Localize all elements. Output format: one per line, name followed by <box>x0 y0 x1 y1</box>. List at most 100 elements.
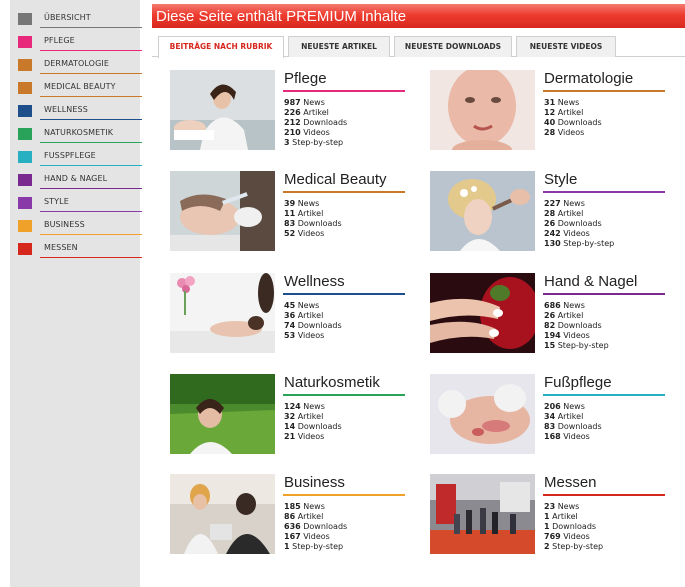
category-swatch <box>18 243 32 255</box>
stat-videos: 242 Videos <box>544 229 590 238</box>
category-swatch <box>18 151 32 163</box>
stat-downloads: 1 Downloads <box>544 522 597 531</box>
category-underline <box>543 494 665 496</box>
category-swatch <box>18 59 32 71</box>
category-stats: 124 News 32 Artikel 14 Downloads 21 Vide… <box>284 402 342 442</box>
category-swatch <box>18 197 32 209</box>
stat-step-by-step: 1 Step-by-step <box>284 542 344 551</box>
category-card-hand-nagel[interactable]: Hand & Nagel 686 News 26 Artikel 82 Down… <box>430 273 670 363</box>
sidebar-item-label: DERMATOLOGIE <box>44 59 109 68</box>
category-card-dermatologie[interactable]: Dermatologie 31 News 12 Artikel 40 Downl… <box>430 70 670 160</box>
sidebar-item-hand-nagel[interactable]: HAND & NAGEL <box>18 171 142 189</box>
stat-videos: 52 Videos <box>284 229 325 238</box>
stat-news: 227 News <box>544 199 585 208</box>
tab-neueste-downloads[interactable]: NEUESTE DOWNLOADS <box>394 36 512 57</box>
category-card-wellness[interactable]: Wellness 45 News 36 Artikel 74 Downloads… <box>170 273 410 363</box>
tab-bar: BEITRÄGE NACH RUBRIK NEUESTE ARTIKEL NEU… <box>152 36 685 58</box>
category-card-medical-beauty[interactable]: Medical Beauty 39 News 11 Artikel 83 Dow… <box>170 171 410 261</box>
stat-downloads: 82 Downloads <box>544 321 602 330</box>
category-stats: 31 News 12 Artikel 40 Downloads 28 Video… <box>544 98 602 138</box>
category-card-pflege[interactable]: Pflege 987 News 226 Artikel 212 Download… <box>170 70 410 160</box>
category-stats: 227 News 28 Artikel 26 Downloads 242 Vid… <box>544 199 614 249</box>
stat-videos: 53 Videos <box>284 331 325 340</box>
stat-artikel: 36 Artikel <box>284 311 324 320</box>
stat-videos: 194 Videos <box>544 331 590 340</box>
sidebar-item-pflege[interactable]: PFLEGE <box>18 33 142 51</box>
sidebar-underline <box>40 142 142 143</box>
sidebar-item-label: PFLEGE <box>44 36 75 45</box>
stat-downloads: 83 Downloads <box>544 422 602 431</box>
tab-neueste-videos[interactable]: NEUESTE VIDEOS <box>516 36 616 57</box>
category-title: Wellness <box>284 273 345 290</box>
sidebar-item-wellness[interactable]: WELLNESS <box>18 102 142 120</box>
category-swatch <box>18 82 32 94</box>
stat-downloads: 40 Downloads <box>544 118 602 127</box>
stat-step-by-step: 2 Step-by-step <box>544 542 604 551</box>
category-image <box>430 171 535 251</box>
category-stats: 23 News 1 Artikel 1 Downloads 769 Videos… <box>544 502 603 552</box>
premium-banner: Diese Seite enthält PREMIUM Inhalte <box>152 4 685 28</box>
stat-downloads: 26 Downloads <box>544 219 602 228</box>
category-card-business[interactable]: Business 185 News 86 Artikel 636 Downloa… <box>170 474 410 564</box>
category-image <box>170 171 275 251</box>
sidebar-item-style[interactable]: STYLE <box>18 194 142 212</box>
sidebar-item-messen[interactable]: MESSEN <box>18 240 142 258</box>
stat-step-by-step: 15 Step-by-step <box>544 341 609 350</box>
category-underline <box>543 293 665 295</box>
stat-news: 23 News <box>544 502 580 511</box>
sidebar-underline <box>40 119 142 120</box>
category-title: Hand & Nagel <box>544 273 638 290</box>
category-title: Dermatologie <box>544 70 634 87</box>
sidebar-item-label: MEDICAL BEAUTY <box>44 82 116 91</box>
category-image <box>170 273 275 353</box>
sidebar-item-label: WELLNESS <box>44 105 88 114</box>
sidebar-underline <box>40 96 142 97</box>
sidebar-underline <box>40 73 142 74</box>
sidebar-item-business[interactable]: BUSINESS <box>18 217 142 235</box>
category-image <box>170 70 275 150</box>
stat-artikel: 34 Artikel <box>544 412 584 421</box>
category-swatch <box>18 174 32 186</box>
stat-videos: 21 Videos <box>284 432 325 441</box>
category-underline <box>283 293 405 295</box>
stat-downloads: 83 Downloads <box>284 219 342 228</box>
category-card-messen[interactable]: Messen 23 News 1 Artikel 1 Downloads 769… <box>430 474 670 564</box>
category-title: Medical Beauty <box>284 171 387 188</box>
category-title: Business <box>284 474 345 491</box>
category-underline <box>283 394 405 396</box>
stat-artikel: 26 Artikel <box>544 311 584 320</box>
category-swatch <box>18 128 32 140</box>
category-swatch <box>18 220 32 232</box>
sidebar-item-naturkosmetik[interactable]: NATURKOSMETIK <box>18 125 142 143</box>
sidebar-item-medical-beauty[interactable]: MEDICAL BEAUTY <box>18 79 142 97</box>
sidebar-item-label: HAND & NAGEL <box>44 174 108 183</box>
stat-artikel: 86 Artikel <box>284 512 324 521</box>
category-card-naturkosmetik[interactable]: Naturkosmetik 124 News 32 Artikel 14 Dow… <box>170 374 410 464</box>
premium-banner-text: Diese Seite enthält PREMIUM Inhalte <box>156 8 407 25</box>
category-stats: 206 News 34 Artikel 83 Downloads 168 Vid… <box>544 402 602 442</box>
sidebar-item-label: MESSEN <box>44 243 78 252</box>
stat-videos: 168 Videos <box>544 432 590 441</box>
stat-downloads: 636 Downloads <box>284 522 348 531</box>
stat-videos: 769 Videos <box>544 532 590 541</box>
category-card-style[interactable]: Style 227 News 28 Artikel 26 Downloads 2… <box>430 171 670 261</box>
category-card-fusspflege[interactable]: Fußpflege 206 News 34 Artikel 83 Downloa… <box>430 374 670 464</box>
tab-beitraege-nach-rubrik[interactable]: BEITRÄGE NACH RUBRIK <box>158 36 284 58</box>
sidebar-item-dermatologie[interactable]: DERMATOLOGIE <box>18 56 142 74</box>
stat-downloads: 74 Downloads <box>284 321 342 330</box>
category-stats: 45 News 36 Artikel 74 Downloads 53 Video… <box>284 301 342 341</box>
category-underline <box>283 494 405 496</box>
category-title: Style <box>544 171 578 188</box>
sidebar-underline <box>40 211 142 212</box>
sidebar-item-fusspflege[interactable]: FUSSPFLEGE <box>18 148 142 166</box>
category-stats: 185 News 86 Artikel 636 Downloads 167 Vi… <box>284 502 347 552</box>
tab-neueste-artikel[interactable]: NEUESTE ARTIKEL <box>288 36 390 57</box>
category-underline <box>543 90 665 92</box>
stat-artikel: 12 Artikel <box>544 108 584 117</box>
main-content: Diese Seite enthält PREMIUM Inhalte BEIT… <box>152 0 685 587</box>
sidebar-item-uebersicht[interactable]: ÜBERSICHT <box>18 10 142 28</box>
category-stats: 39 News 11 Artikel 83 Downloads 52 Video… <box>284 199 342 239</box>
stat-artikel: 226 Artikel <box>284 108 329 117</box>
sidebar-underline <box>40 234 142 235</box>
category-image <box>170 374 275 454</box>
